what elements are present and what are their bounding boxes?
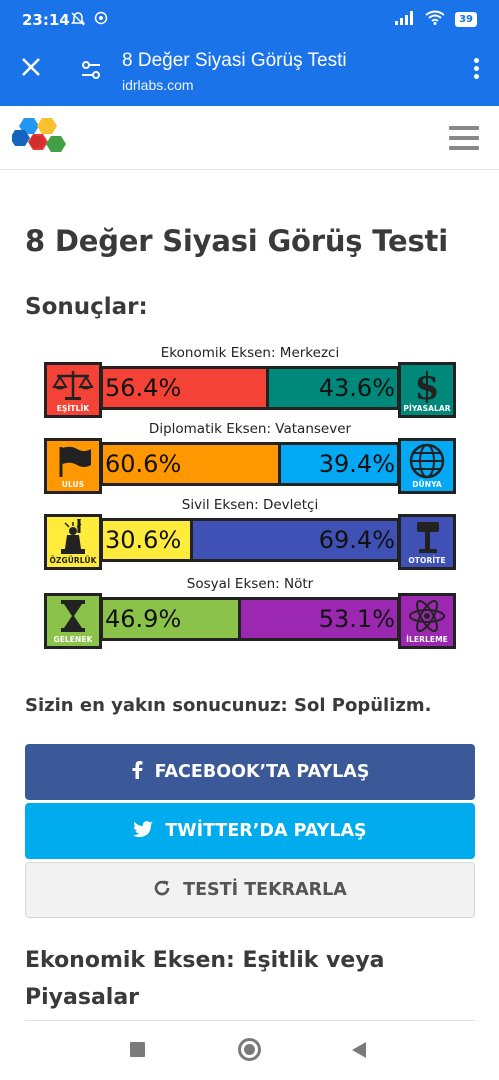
world-value: 39.4% (318, 450, 395, 478)
share-facebook-button[interactable]: FACEBOOK’TA PAYLAŞ (25, 744, 475, 800)
recents-icon[interactable] (130, 1042, 145, 1057)
refresh-icon (153, 879, 171, 902)
wifi-icon (425, 10, 445, 29)
equality-segment: 56.4% (103, 369, 269, 407)
authority-value: 69.4% (318, 526, 395, 554)
facebook-icon (131, 760, 143, 784)
share-twitter-label: TWİTTER’DA PAYLAŞ (165, 821, 367, 841)
diplomatic-bar: 60.6% 39.4% (100, 442, 400, 486)
browser-topbar: 23:14 39 8 Değer Siyasi Görüş Testi idrl… (0, 0, 499, 106)
signal-icon (395, 10, 415, 29)
retake-test-button[interactable]: TESTİ TEKRARLA (25, 862, 475, 918)
axis-caption: Diplomatik Eksen: Vatansever (148, 421, 352, 437)
android-navbar (0, 1022, 499, 1080)
closest-ideology: Sizin en yakın sonucunuz: Sol Popülizm. (25, 695, 432, 716)
status-right: 39 (395, 10, 477, 29)
home-icon[interactable] (238, 1038, 261, 1061)
axis-caption: Ekonomik Eksen: Merkezci (160, 345, 340, 361)
world-label: DÜNYA (412, 480, 442, 489)
bell-off-icon (70, 11, 86, 31)
section-title: Ekonomik Eksen: Eşitlik veya Piyasalar (25, 948, 385, 1010)
svg-text:$: $ (414, 367, 439, 403)
vpn-icon (94, 11, 108, 29)
liberty-segment: 30.6% (103, 521, 193, 559)
hourglass-icon: GELENEK (44, 593, 102, 649)
close-icon[interactable] (18, 56, 44, 82)
browser-tabbar: 8 Değer Siyasi Görüş Testi idrlabs.com (0, 40, 499, 106)
divider (25, 1020, 475, 1021)
economic-bar: 56.4% 43.6% (100, 366, 400, 410)
social-bar: 46.9% 53.1% (100, 597, 400, 641)
browser-page-title: 8 Değer Siyasi Görüş Testi (122, 50, 347, 71)
nation-value: 60.6% (105, 450, 182, 478)
authority-segment: 69.4% (192, 521, 397, 559)
tradition-label: GELENEK (53, 635, 93, 644)
twitter-icon (133, 820, 154, 842)
liberty-statue-icon: ÖZGÜRLÜK (44, 514, 102, 570)
retake-test-label: TESTİ TEKRARLA (183, 880, 347, 900)
results-heading: Sonuçlar: (25, 294, 148, 320)
liberty-value: 30.6% (105, 526, 182, 554)
civil-bar: 30.6% 69.4% (100, 518, 400, 562)
nation-label: ULUS (61, 480, 85, 489)
nation-segment: 60.6% (103, 445, 282, 483)
world-segment: 39.4% (281, 445, 397, 483)
tradition-segment: 46.9% (103, 600, 241, 638)
share-facebook-label: FACEBOOK’TA PAYLAŞ (154, 762, 370, 782)
scales-icon: EŞİTLİK (44, 362, 102, 418)
more-options-icon[interactable] (471, 58, 481, 84)
progress-segment: 53.1% (240, 600, 397, 638)
browser-url[interactable]: idrlabs.com (122, 77, 194, 93)
gavel-icon: OTORİTE (398, 514, 456, 570)
tradition-value: 46.9% (105, 605, 182, 633)
progress-value: 53.1% (318, 605, 395, 633)
progress-label: İLERLEME (406, 635, 448, 644)
globe-icon: DÜNYA (398, 438, 456, 494)
dollar-icon: $ PİYASALAR (398, 362, 456, 418)
battery-icon: 39 (455, 12, 477, 27)
share-twitter-button[interactable]: TWİTTER’DA PAYLAŞ (25, 803, 475, 859)
markets-label: PİYASALAR (403, 404, 451, 413)
page-title: 8 Değer Siyasi Görüş Testi (25, 224, 448, 258)
idrlabs-logo[interactable] (10, 114, 72, 164)
authority-label: OTORİTE (408, 556, 446, 565)
site-settings-icon[interactable] (80, 60, 102, 80)
status-time: 23:14 (22, 11, 70, 29)
menu-icon[interactable] (449, 126, 479, 150)
status-bar: 23:14 39 (0, 0, 499, 40)
markets-segment: 43.6% (268, 369, 397, 407)
site-header (0, 106, 499, 170)
liberty-label: ÖZGÜRLÜK (49, 556, 97, 565)
equality-value: 56.4% (105, 374, 182, 402)
flag-icon: ULUS (44, 438, 102, 494)
back-icon[interactable] (352, 1042, 366, 1058)
equality-label: EŞİTLİK (56, 404, 90, 413)
markets-value: 43.6% (318, 374, 395, 402)
axis-caption: Sivil Eksen: Devletçi (181, 497, 319, 513)
atom-icon: İLERLEME (398, 593, 456, 649)
axis-caption: Sosyal Eksen: Nötr (186, 576, 314, 592)
